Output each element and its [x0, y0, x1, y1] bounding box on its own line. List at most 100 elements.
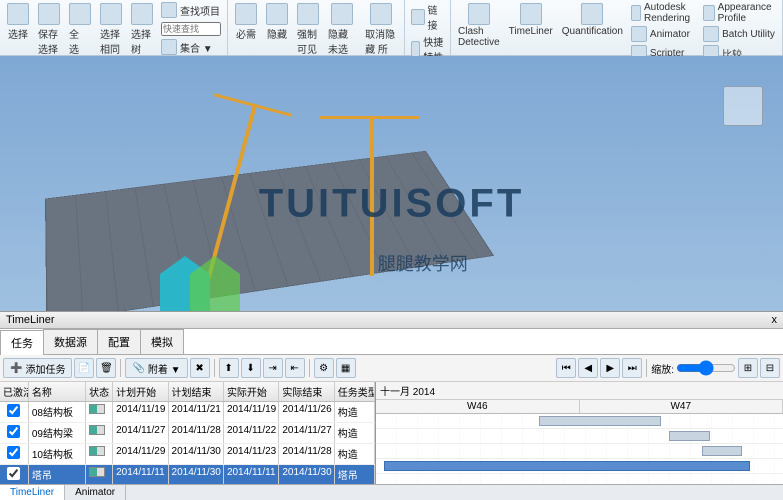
- select-all-icon: [69, 3, 91, 25]
- filter-button[interactable]: ⚙: [314, 358, 334, 378]
- col-type[interactable]: 任务类型: [335, 382, 375, 401]
- close-icon[interactable]: x: [772, 314, 778, 326]
- col-status[interactable]: 状态: [86, 382, 113, 401]
- ribbon-group-visibility: 必需 隐藏 强制可见 隐藏 未选定对象 取消隐藏 所有对象 可见性: [228, 0, 405, 55]
- tab-config[interactable]: 配置: [97, 329, 141, 354]
- cell-status: [86, 444, 113, 464]
- select-all-button[interactable]: 全 选: [65, 1, 95, 58]
- zoom-slider[interactable]: [676, 360, 736, 376]
- attach-dropdown[interactable]: 📎附着 ▼: [125, 358, 187, 378]
- columns-button[interactable]: ▦: [336, 358, 356, 378]
- find-items-button[interactable]: 查找项目: [158, 1, 224, 20]
- col-aend[interactable]: 实际结束: [279, 382, 334, 401]
- sets-icon: [161, 39, 177, 55]
- watermark-logo: [160, 256, 240, 311]
- cursor-icon: [7, 3, 29, 25]
- gantt-bar[interactable]: [384, 461, 750, 471]
- gantt-month-label: 十一月 2014: [376, 382, 783, 400]
- expand-button[interactable]: ⊞: [738, 358, 758, 378]
- clash-button[interactable]: Clash Detective: [454, 1, 504, 50]
- col-active[interactable]: 已激活: [0, 382, 29, 401]
- unhide-icon: [370, 3, 392, 25]
- move-down-button[interactable]: ⬇: [241, 358, 261, 378]
- plus-icon: ➕: [10, 363, 22, 374]
- col-name[interactable]: 名称: [29, 382, 86, 401]
- select-button[interactable]: 选择: [3, 1, 33, 43]
- batch-button[interactable]: Batch Utility: [700, 25, 779, 44]
- bottom-tab-timeliner[interactable]: TimeLiner: [0, 485, 65, 500]
- delete-button[interactable]: 🗑: [96, 358, 116, 378]
- force-vis-button[interactable]: 强制可见: [293, 1, 323, 58]
- gantt-prev-button[interactable]: ◀: [578, 358, 598, 378]
- gantt-next-button[interactable]: ▶: [600, 358, 620, 378]
- outdent-button[interactable]: ⇤: [285, 358, 305, 378]
- table-row[interactable]: 09结构梁2014/11/272014/11/282014/11/222014/…: [0, 423, 375, 444]
- tab-tasks[interactable]: 任务: [0, 330, 44, 355]
- appearance-button[interactable]: Appearance Profile: [700, 1, 779, 25]
- tab-datasource[interactable]: 数据源: [43, 329, 98, 354]
- col-astart[interactable]: 实际开始: [224, 382, 279, 401]
- hide-icon: [266, 3, 288, 25]
- sets-dropdown[interactable]: 集合 ▼: [158, 38, 224, 57]
- gantt-bar[interactable]: [539, 416, 661, 426]
- move-up-button[interactable]: ⬆: [219, 358, 239, 378]
- collapse-button[interactable]: ⊟: [760, 358, 780, 378]
- gantt-week-label: W46: [376, 400, 580, 413]
- links-button[interactable]: 链接: [408, 1, 447, 33]
- tab-simulate[interactable]: 模拟: [140, 329, 184, 354]
- gantt-bar[interactable]: [702, 446, 743, 456]
- bottom-tab-animator[interactable]: Animator: [65, 485, 126, 500]
- require-button[interactable]: 必需: [231, 1, 261, 43]
- cell-name: 10结构板: [29, 444, 86, 464]
- viewcube[interactable]: [723, 86, 763, 126]
- gantt-week-label: W47: [580, 400, 783, 413]
- animator-button[interactable]: Animator: [628, 25, 699, 44]
- bulb-icon: [297, 3, 319, 25]
- timeliner-button[interactable]: TimeLiner: [505, 1, 557, 39]
- quant-button[interactable]: Quantification: [558, 1, 627, 39]
- pin-icon: [235, 3, 257, 25]
- ribbon-group-select: 选择 保存 选择 全 选 选择 相同对象 选择 树 查找项目 集合 ▼ 选择和搜…: [0, 0, 228, 55]
- gantt-last-button[interactable]: ⏭: [622, 358, 642, 378]
- panel-titlebar[interactable]: TimeLiner x: [0, 312, 783, 329]
- panel-title-text: TimeLiner: [6, 314, 55, 326]
- building-model[interactable]: [45, 151, 494, 311]
- active-checkbox[interactable]: [7, 467, 20, 480]
- 3d-viewport[interactable]: TUITUISOFT 腿腿教学网: [0, 56, 783, 311]
- find-icon: [161, 2, 177, 18]
- cell-name: 塔吊: [29, 465, 86, 484]
- save-select-button[interactable]: 保存 选择: [34, 1, 64, 58]
- active-checkbox[interactable]: [7, 425, 20, 438]
- quick-find-input[interactable]: [158, 21, 224, 37]
- gantt-first-button[interactable]: ⏮: [556, 358, 576, 378]
- hide-button[interactable]: 隐藏: [262, 1, 292, 43]
- status-icon: [89, 425, 105, 435]
- active-checkbox[interactable]: [7, 404, 20, 417]
- render-button[interactable]: Autodesk Rendering: [628, 1, 699, 25]
- gantt-body[interactable]: [376, 414, 783, 484]
- attach-icon: 📎: [132, 363, 144, 374]
- cell-type: 构造: [335, 402, 375, 422]
- table-row[interactable]: 塔吊2014/11/112014/11/302014/11/112014/11/…: [0, 465, 375, 484]
- gantt-bar[interactable]: [669, 431, 710, 441]
- cell-aend: 2014/11/30: [279, 465, 334, 484]
- cell-astart: 2014/11/22: [224, 423, 279, 443]
- gantt-chart[interactable]: 十一月 2014 W46 W47: [376, 382, 783, 484]
- table-row[interactable]: 08结构板2014/11/192014/11/212014/11/192014/…: [0, 402, 375, 423]
- active-checkbox[interactable]: [7, 446, 20, 459]
- bottom-tabs: TimeLiner Animator: [0, 484, 783, 500]
- col-pend[interactable]: 计划结束: [169, 382, 224, 401]
- tree-icon: [131, 3, 153, 25]
- col-pstart[interactable]: 计划开始: [113, 382, 168, 401]
- detach-button[interactable]: ✖: [190, 358, 210, 378]
- insert-button[interactable]: 📄: [74, 358, 94, 378]
- indent-button[interactable]: ⇥: [263, 358, 283, 378]
- cell-status: [86, 402, 113, 422]
- table-row[interactable]: 10结构板2014/11/292014/11/302014/11/232014/…: [0, 444, 375, 465]
- add-task-button[interactable]: ➕添加任务: [3, 358, 72, 378]
- animator-icon: [631, 26, 647, 42]
- props-icon: [411, 41, 420, 57]
- select-tree-button[interactable]: 选择 树: [127, 1, 157, 58]
- cell-status: [86, 465, 113, 484]
- panel-body: 已激活 名称 状态 计划开始 计划结束 实际开始 实际结束 任务类型 08结构板…: [0, 382, 783, 484]
